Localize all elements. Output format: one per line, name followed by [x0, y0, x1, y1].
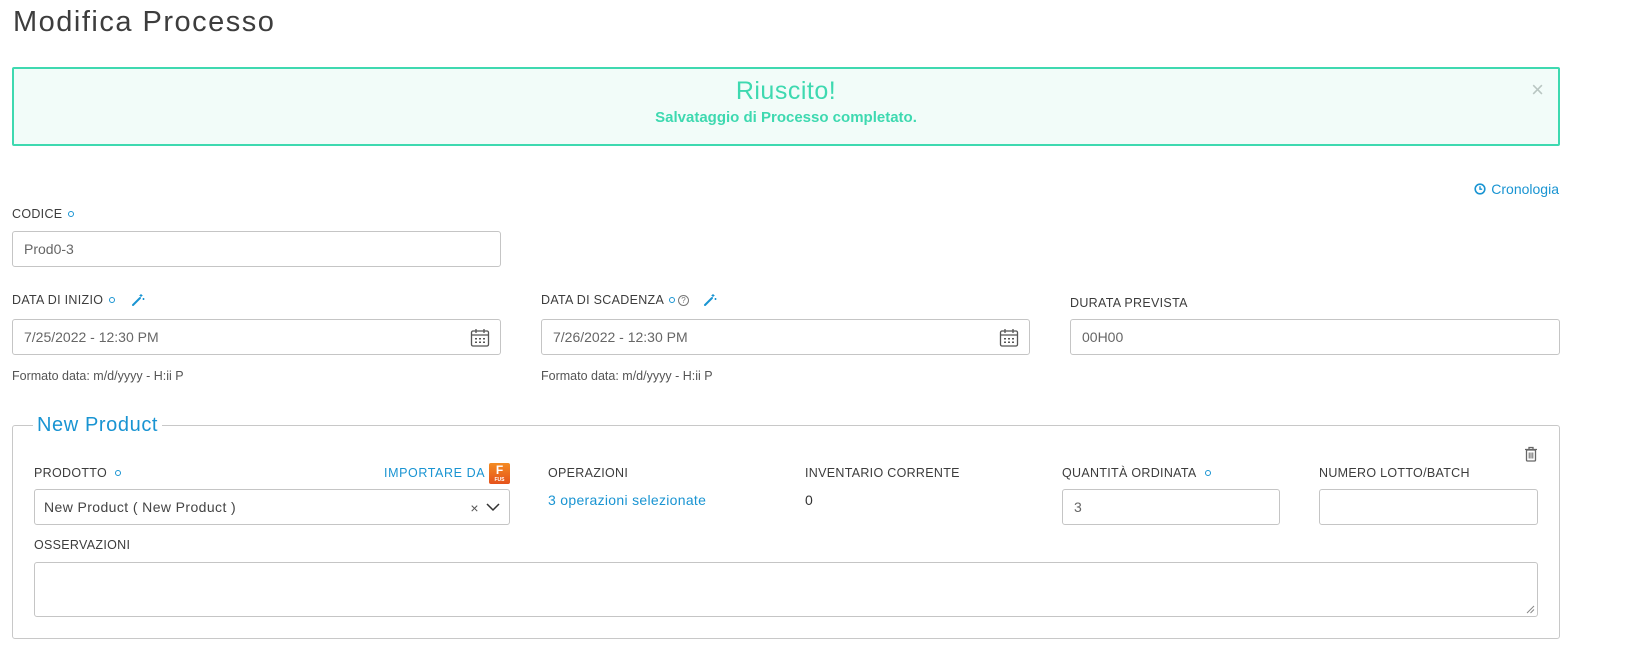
- history-link[interactable]: Cronologia: [1474, 181, 1559, 197]
- notes-label: OSSERVAZIONI: [34, 538, 131, 552]
- close-icon[interactable]: ×: [1531, 79, 1544, 101]
- start-date-hint: Formato data: m/d/yyyy - H:ii P: [12, 369, 184, 383]
- import-from-link[interactable]: IMPORTARE DA: [384, 466, 485, 480]
- quantity-label: QUANTITÀ ORDINATA: [1062, 466, 1211, 480]
- operations-label: OPERAZIONI: [548, 466, 629, 480]
- calendar-icon[interactable]: [470, 328, 490, 348]
- duration-label: DURATA PREVISTA: [1070, 296, 1188, 310]
- fusion-icon[interactable]: F FUS: [489, 463, 510, 484]
- chevron-down-icon[interactable]: [486, 500, 500, 514]
- product-select[interactable]: New Product ( New Product ) ×: [34, 489, 510, 525]
- resize-handle-icon[interactable]: [1526, 605, 1535, 614]
- magic-wand-icon[interactable]: [131, 293, 145, 307]
- batch-label: NUMERO LOTTO/BATCH: [1319, 466, 1470, 480]
- codice-label: CODICE: [12, 207, 75, 221]
- due-date-hint: Formato data: m/d/yyyy - H:ii P: [541, 369, 713, 383]
- required-indicator: [669, 297, 676, 303]
- notes-textarea[interactable]: [34, 562, 1538, 617]
- help-icon[interactable]: ?: [678, 294, 690, 306]
- operations-link[interactable]: 3 operazioni selezionate: [548, 492, 706, 508]
- clear-icon[interactable]: ×: [470, 500, 479, 516]
- page-title: Modifica Processo: [13, 6, 276, 38]
- magic-wand-icon[interactable]: [703, 293, 717, 307]
- trash-icon[interactable]: [1524, 446, 1538, 462]
- required-indicator: [1204, 470, 1211, 476]
- quantity-input[interactable]: 3: [1062, 489, 1280, 525]
- product-label: PRODOTTO: [34, 466, 122, 480]
- required-indicator: [109, 297, 116, 303]
- required-indicator: [68, 211, 75, 217]
- clock-icon: [1474, 183, 1486, 195]
- alert-title: Riuscito!: [735, 77, 837, 105]
- codice-input[interactable]: Prod0-3: [12, 231, 501, 267]
- due-date-label: DATA DI SCADENZA ?: [541, 293, 717, 307]
- history-label: Cronologia: [1491, 181, 1559, 197]
- alert-message: Salvataggio di Processo completato.: [655, 109, 917, 126]
- start-date-input[interactable]: 7/25/2022 - 12:30 PM: [12, 319, 501, 355]
- calendar-icon[interactable]: [999, 328, 1019, 348]
- inventory-label: INVENTARIO CORRENTE: [805, 466, 960, 480]
- batch-input[interactable]: [1319, 489, 1538, 525]
- due-date-input[interactable]: 7/26/2022 - 12:30 PM: [541, 319, 1030, 355]
- success-alert: Riuscito! Salvataggio di Processo comple…: [12, 67, 1560, 146]
- duration-input[interactable]: 00H00: [1070, 319, 1560, 355]
- inventory-value: 0: [805, 492, 813, 508]
- product-legend: New Product: [33, 414, 163, 437]
- required-indicator: [115, 470, 122, 476]
- start-date-label: DATA DI INIZIO: [12, 293, 145, 307]
